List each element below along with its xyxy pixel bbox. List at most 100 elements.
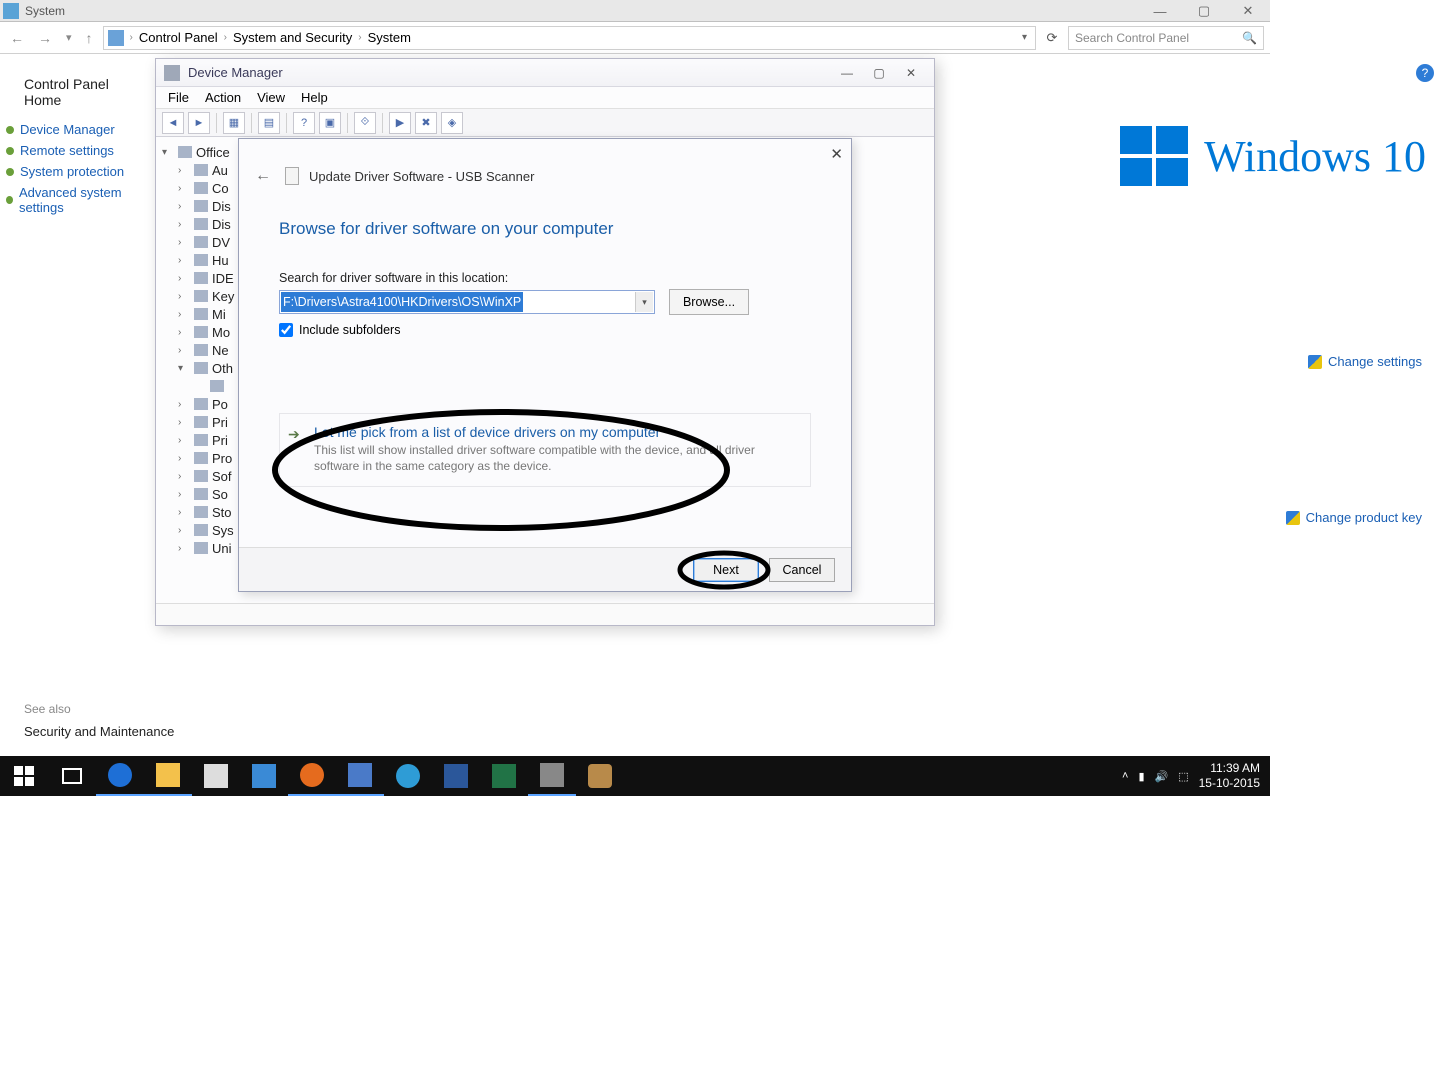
wizard-back-button[interactable]: ←	[251, 167, 275, 185]
tree-node[interactable]: ›Ne	[178, 341, 242, 359]
refresh-icon[interactable]: ⟳	[1042, 30, 1062, 46]
tree-node[interactable]: ›Pro	[178, 449, 242, 467]
tree-node[interactable]: ›Sto	[178, 503, 242, 521]
dm-minimize-button[interactable]: —	[832, 62, 862, 84]
tree-node[interactable]: ›Uni	[178, 539, 242, 557]
expand-icon[interactable]: ›	[178, 219, 190, 230]
expand-icon[interactable]: ›	[178, 273, 190, 284]
taskbar-app-acrobat[interactable]	[240, 756, 288, 796]
cancel-button[interactable]: Cancel	[769, 558, 835, 582]
tree-node[interactable]: ›Sys	[178, 521, 242, 539]
path-input[interactable]	[279, 290, 655, 314]
tray-chevron-icon[interactable]: ˄	[1122, 770, 1128, 782]
task-view-button[interactable]	[48, 756, 96, 796]
help-icon[interactable]: ?	[1416, 64, 1434, 82]
next-button[interactable]: Next	[693, 558, 759, 582]
menu-help[interactable]: Help	[301, 90, 328, 105]
breadcrumb[interactable]: › Control Panel › System and Security › …	[103, 26, 1036, 50]
path-combobox[interactable]: F:\Drivers\Astra4100\HKDrivers\OS\WinXP …	[279, 290, 655, 314]
expand-icon[interactable]: ›	[178, 435, 190, 446]
tree-node[interactable]: ›Pri	[178, 413, 242, 431]
menu-action[interactable]: Action	[205, 90, 241, 105]
taskbar-app-system[interactable]	[336, 756, 384, 796]
tree-node[interactable]: ›DV	[178, 233, 242, 251]
expand-icon[interactable]: ›	[178, 309, 190, 320]
menu-file[interactable]: File	[168, 90, 189, 105]
tb-scan-icon[interactable]: ▣	[319, 112, 341, 134]
sidebar-link-remote[interactable]: Remote settings	[6, 143, 150, 158]
device-tree[interactable]: ▾Office ›Au›Co›Dis›Dis›DV›Hu›IDE›Key›Mi›…	[162, 143, 242, 557]
tree-node[interactable]: ›Key	[178, 287, 242, 305]
system-tray[interactable]: ˄ ▮ 🔊 ⬚ 11:39 AM 15-10-2015	[1122, 761, 1270, 791]
minimize-button[interactable]: —	[1138, 0, 1182, 22]
battery-icon[interactable]: ▮	[1138, 770, 1144, 783]
browse-button[interactable]: Browse...	[669, 289, 749, 315]
expand-icon[interactable]: ›	[178, 183, 190, 194]
tb-show-hidden-icon[interactable]: ▦	[223, 112, 245, 134]
tree-node[interactable]: ›Co	[178, 179, 242, 197]
tree-node[interactable]: ›Au	[178, 161, 242, 179]
tb-enable-icon[interactable]: ▶	[389, 112, 411, 134]
taskbar-app-ie[interactable]	[384, 756, 432, 796]
nav-up-icon[interactable]: ↑	[82, 30, 97, 46]
breadcrumb-part[interactable]: System and Security	[233, 30, 352, 45]
sidebar-link-protection[interactable]: System protection	[6, 164, 150, 179]
nav-forward-icon[interactable]: →	[34, 30, 56, 46]
tree-node[interactable]: ›Hu	[178, 251, 242, 269]
dm-maximize-button[interactable]: ▢	[864, 62, 894, 84]
expand-icon[interactable]: ›	[178, 327, 190, 338]
pick-from-list-option[interactable]: ➔ Let me pick from a list of device driv…	[279, 413, 811, 487]
tree-node[interactable]: ›Dis	[178, 215, 242, 233]
tree-root[interactable]: ▾Office	[162, 143, 242, 161]
menu-view[interactable]: View	[257, 90, 285, 105]
change-settings-link[interactable]: Change settings	[1308, 354, 1422, 369]
include-subfolders-checkbox[interactable]: Include subfolders	[279, 323, 851, 337]
expand-icon[interactable]: ›	[178, 471, 190, 482]
wizard-close-button[interactable]: ✕	[830, 145, 843, 163]
taskbar-app-devmgr[interactable]	[528, 756, 576, 796]
expand-icon[interactable]: ›	[178, 417, 190, 428]
sidebar-link-advanced[interactable]: Advanced system settings	[6, 185, 150, 215]
taskbar-clock[interactable]: 11:39 AM 15-10-2015	[1199, 761, 1260, 791]
expand-icon[interactable]: ▾	[178, 363, 190, 374]
tree-node[interactable]: ›Sof	[178, 467, 242, 485]
expand-icon[interactable]: ›	[178, 237, 190, 248]
taskbar-app-store[interactable]	[192, 756, 240, 796]
search-input[interactable]: Search Control Panel 🔍	[1068, 26, 1264, 50]
see-also-link[interactable]: Security and Maintenance	[24, 724, 174, 739]
taskbar-app-edge[interactable]	[96, 756, 144, 796]
sidebar-link-device-manager[interactable]: Device Manager	[6, 122, 150, 137]
expand-icon[interactable]: ›	[178, 255, 190, 266]
nav-back-icon[interactable]: ←	[6, 30, 28, 46]
expand-icon[interactable]: ›	[178, 291, 190, 302]
tb-properties-icon[interactable]: ▤	[258, 112, 280, 134]
breadcrumb-part[interactable]: System	[368, 30, 411, 45]
nav-recent-icon[interactable]: ▾	[62, 31, 76, 44]
checkbox-input[interactable]	[279, 323, 293, 337]
expand-icon[interactable]: ›	[178, 507, 190, 518]
taskbar-app-explorer[interactable]	[144, 756, 192, 796]
tree-node[interactable]: ›Mo	[178, 323, 242, 341]
tb-uninstall-icon[interactable]: ✖	[415, 112, 437, 134]
taskbar-app-word[interactable]	[432, 756, 480, 796]
tree-node[interactable]: ›Po	[178, 395, 242, 413]
tb-help-icon[interactable]: ?	[293, 112, 315, 134]
tb-forward-icon[interactable]: ►	[188, 112, 210, 134]
breadcrumb-dropdown-icon[interactable]: ▾	[1018, 32, 1031, 43]
expand-icon[interactable]: ›	[178, 399, 190, 410]
tree-node[interactable]: ›Mi	[178, 305, 242, 323]
network-icon[interactable]: ⬚	[1178, 770, 1188, 783]
tree-node[interactable]: ›So	[178, 485, 242, 503]
volume-icon[interactable]: 🔊	[1155, 770, 1169, 783]
breadcrumb-part[interactable]: Control Panel	[139, 30, 218, 45]
expand-icon[interactable]: ›	[178, 165, 190, 176]
maximize-button[interactable]: ▢	[1182, 0, 1226, 22]
tree-node[interactable]: ›IDE	[178, 269, 242, 287]
tree-node[interactable]: ›Pri	[178, 431, 242, 449]
tb-legacy-icon[interactable]: ◈	[441, 112, 463, 134]
expand-icon[interactable]: ›	[178, 345, 190, 356]
tree-node[interactable]: ›Dis	[178, 197, 242, 215]
taskbar-app-firefox[interactable]	[288, 756, 336, 796]
tree-node[interactable]	[178, 377, 242, 395]
cp-home-link[interactable]: Control Panel Home	[6, 76, 150, 108]
